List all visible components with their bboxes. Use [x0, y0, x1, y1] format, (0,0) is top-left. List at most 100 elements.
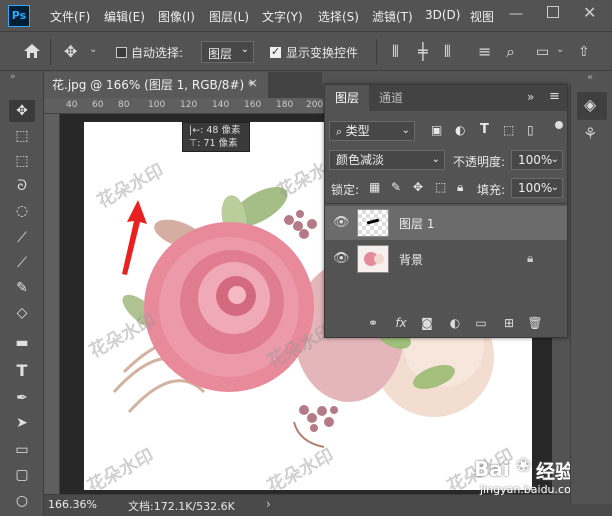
auto-select-value: 图层 — [208, 47, 233, 61]
ruler-tick: 40 — [66, 100, 78, 110]
kind-filter-value: 类型 — [345, 124, 370, 138]
blend-mode-value: 颜色减淡 — [336, 153, 385, 167]
ellipse-tool-icon[interactable]: ○ — [9, 490, 35, 512]
menu-edit[interactable]: 编辑(E) — [104, 8, 145, 25]
layers-panel: 图层 通道 » ≡ ⌕ 类型 ⌄ ▣ ◐ T ⬚ ▯ 颜色减淡 ⌄ 不透明度: … — [324, 84, 568, 338]
chevron-down-icon[interactable]: ⌄ — [556, 44, 564, 55]
align-right-icon[interactable]: ⫴ — [444, 42, 451, 62]
menu-image[interactable]: 图像(I) — [158, 8, 195, 25]
panel-menu-icon[interactable]: ≡ — [549, 89, 560, 104]
lock-artboard-icon[interactable]: ⬚ — [435, 180, 446, 194]
lock-pixels-icon[interactable]: ✎ — [391, 180, 401, 194]
path-select-tool-icon[interactable]: ➤ — [9, 412, 35, 434]
options-bar: ✥ ⌄ 自动选择: 图层 ⌄ ✓ 显示变换控件 ⫴ ╪ ⫴ ≡ ⌕ ▭ ⌄ ⇧ — [0, 33, 612, 71]
move-tool-icon[interactable]: ✥ — [9, 100, 35, 122]
menu-bar: Ps 文件(F) 编辑(E) 图像(I) 图层(L) 文字(Y) 选择(S) 滤… — [0, 0, 612, 32]
tab-layers[interactable]: 图层 — [325, 85, 369, 111]
fx-icon[interactable]: fx — [393, 315, 409, 331]
auto-select-label: 自动选择: — [131, 46, 184, 60]
quick-select-tool-icon[interactable]: ◌ — [9, 200, 35, 222]
pen-tool-icon[interactable]: ✒ — [9, 387, 35, 409]
artboard-tool-icon[interactable]: ⬚ — [9, 125, 35, 147]
tooltip-line-x: |←: 48 像素 — [189, 125, 241, 136]
align-left-icon[interactable]: ⫴ — [392, 42, 399, 62]
layer-name[interactable]: 图层 1 — [399, 215, 434, 232]
filter-smart-icon[interactable]: ▯ — [527, 123, 534, 137]
show-transform-checkbox[interactable]: ✓ — [270, 45, 281, 58]
crop-tool-icon[interactable]: ⟋ — [9, 227, 35, 249]
auto-select-checkbox[interactable] — [116, 47, 127, 58]
new-layer-icon[interactable]: ⊞ — [501, 315, 517, 331]
chevron-down-icon[interactable]: ⌄ — [89, 44, 97, 55]
layer-row-layer1[interactable]: 👁︎ 图层 1 — [325, 206, 567, 240]
document-tab[interactable]: 花.jpg @ 166% (图层 1, RGB/8#) * × — [44, 72, 268, 98]
ruler-tick: 180 — [276, 100, 294, 110]
type-tool-icon[interactable]: T — [9, 360, 35, 382]
move-tool-icon[interactable]: ✥ — [64, 42, 77, 62]
gradient-tool-icon[interactable]: ▬ — [9, 332, 35, 354]
link-layers-icon[interactable]: ⚭ — [365, 315, 381, 331]
menu-select[interactable]: 选择(S) — [318, 8, 359, 25]
eraser-tool-icon[interactable]: ◇ — [9, 302, 35, 324]
layers-dock-button[interactable]: ◈ — [577, 92, 607, 120]
home-icon[interactable] — [22, 42, 42, 60]
filter-adjustment-icon[interactable]: ◐ — [455, 123, 465, 137]
lasso-tool-icon[interactable]: ᘐ — [9, 175, 35, 197]
filter-type-icon[interactable]: T — [480, 122, 489, 137]
maximize-icon[interactable] — [547, 6, 559, 18]
collapse-icon[interactable]: « — [587, 72, 593, 83]
marquee-tool-icon[interactable]: ⬚ — [9, 150, 35, 172]
fill-input[interactable]: 100% ⌄ — [511, 178, 563, 198]
search-icon[interactable]: ⌕ — [506, 42, 515, 62]
group-folder-icon[interactable]: ▭ — [473, 315, 489, 331]
layer-row-background[interactable]: 👁︎ 背景 🔒︎ — [325, 242, 567, 276]
menu-type[interactable]: 文字(Y) — [262, 8, 303, 25]
layers-panel-footer: ⚭ fx ◙ ◐ ▭ ⊞ 🗑︎ — [325, 309, 567, 337]
rounded-rect-tool-icon[interactable]: ▢ — [9, 464, 35, 486]
filter-toggle-icon[interactable] — [555, 121, 563, 129]
ruler-tick: 120 — [180, 100, 198, 110]
auto-select-dropdown[interactable]: 图层 ⌄ — [201, 41, 254, 63]
minimize-icon[interactable]: — — [509, 6, 523, 22]
chevron-down-icon: ⌄ — [550, 182, 559, 193]
eyedropper-tool-icon[interactable]: ⟋ — [9, 252, 35, 274]
ruler-tick: 60 — [92, 100, 104, 110]
eye-icon[interactable]: 👁︎ — [333, 252, 350, 266]
close-tab-icon[interactable]: × — [248, 76, 258, 90]
close-window-icon[interactable]: ✕ — [583, 3, 596, 22]
lock-position-icon[interactable]: ✥ — [413, 180, 423, 194]
layer-name[interactable]: 背景 — [399, 251, 423, 268]
menu-view[interactable]: 视图 — [470, 8, 494, 25]
tab-channels[interactable]: 通道 — [371, 85, 411, 111]
menu-file[interactable]: 文件(F) — [50, 8, 90, 25]
add-mask-icon[interactable]: ◙ — [419, 315, 435, 331]
opacity-label: 不透明度: — [453, 155, 506, 169]
opacity-value: 100% — [518, 153, 553, 167]
align-center-icon[interactable]: ╪ — [418, 42, 428, 62]
kind-filter-dropdown[interactable]: ⌕ 类型 ⌄ — [329, 121, 415, 141]
delete-layer-icon[interactable]: 🗑︎ — [527, 315, 543, 331]
menu-layer[interactable]: 图层(L) — [209, 8, 249, 25]
collapse-icon[interactable]: » — [10, 72, 16, 82]
channels-icon[interactable]: ⚘ — [583, 124, 597, 143]
lock-all-icon[interactable]: 🔒︎ — [457, 180, 463, 195]
filter-shape-icon[interactable]: ⬚ — [503, 123, 514, 137]
collapse-icon[interactable]: » — [527, 90, 534, 104]
baidu-jingyan-watermark: Bai ❀ 经验 jingyan.baidu.com — [472, 455, 582, 497]
adjustment-layer-icon[interactable]: ◐ — [447, 315, 463, 331]
zoom-level[interactable]: 166.36% — [48, 498, 97, 511]
blend-mode-dropdown[interactable]: 颜色减淡 ⌄ — [329, 150, 445, 170]
filter-pixel-icon[interactable]: ▣ — [431, 123, 442, 137]
share-icon[interactable]: ⇧ — [578, 42, 590, 62]
red-arrow-annotation — [122, 200, 147, 275]
distribute-icon[interactable]: ≡ — [478, 42, 491, 62]
menu-filter[interactable]: 滤镜(T) — [372, 8, 413, 25]
eye-icon[interactable]: 👁︎ — [333, 216, 350, 230]
workspace-icon[interactable]: ▭ — [536, 42, 549, 62]
rectangle-tool-icon[interactable]: ▭ — [9, 439, 35, 461]
menu-3d[interactable]: 3D(D) — [425, 8, 460, 22]
opacity-input[interactable]: 100% ⌄ — [511, 150, 563, 170]
healing-brush-tool-icon[interactable]: ✎ — [9, 277, 35, 299]
status-menu-arrow[interactable]: › — [266, 497, 271, 511]
lock-transparent-icon[interactable]: ▦ — [369, 180, 380, 194]
